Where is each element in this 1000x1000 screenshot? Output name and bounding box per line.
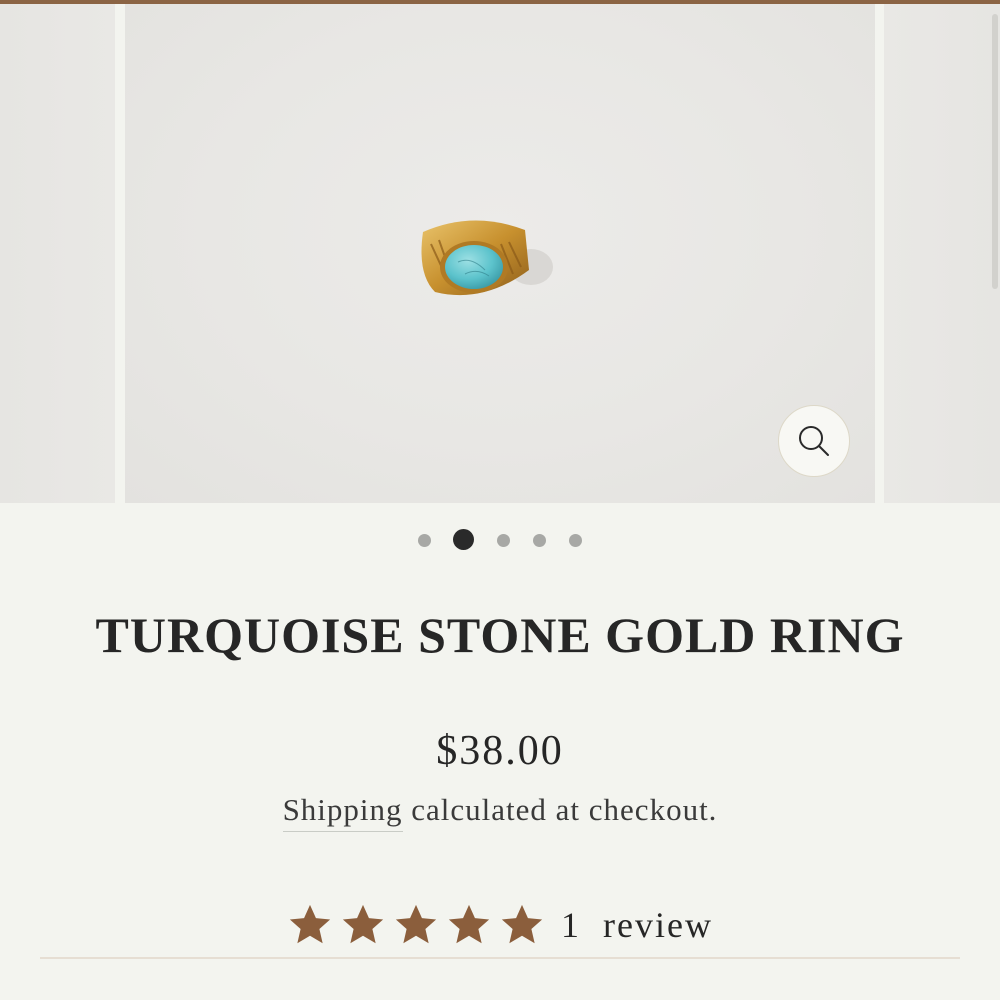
- gallery-previous-slide[interactable]: [0, 4, 115, 503]
- star-icon: [501, 904, 543, 944]
- product-page: TURQUOISE STONE GOLD RING $38.00 Shippin…: [0, 0, 1000, 1000]
- pagination-dot-3[interactable]: [497, 534, 510, 547]
- gallery-next-slide[interactable]: [884, 4, 1000, 503]
- turquoise-ring-image: [421, 220, 553, 296]
- shipping-note: Shipping calculated at checkout.: [0, 788, 1000, 832]
- page-scrollbar[interactable]: [992, 14, 998, 289]
- pagination-dot-5[interactable]: [569, 534, 582, 547]
- pagination-dot-4[interactable]: [533, 534, 546, 547]
- gallery-current-slide[interactable]: [125, 4, 875, 503]
- star-icon: [342, 904, 384, 944]
- product-price: $38.00: [436, 728, 564, 774]
- star-icon: [448, 904, 490, 944]
- shipping-note-text: calculated at checkout.: [402, 792, 718, 827]
- zoom-button[interactable]: [778, 405, 850, 477]
- product-gallery[interactable]: [0, 4, 1000, 503]
- gallery-pagination: [0, 528, 1000, 552]
- star-icon: [289, 904, 331, 944]
- review-count[interactable]: 1 review: [561, 900, 713, 950]
- pagination-dot-2[interactable]: [453, 529, 474, 550]
- magnifier-icon: [799, 426, 829, 456]
- review-summary[interactable]: 1 review: [0, 900, 1000, 950]
- star-icon: [395, 904, 437, 944]
- product-title: TURQUOISE STONE GOLD RING: [95, 607, 905, 663]
- star-rating: [287, 902, 545, 948]
- shipping-link[interactable]: Shipping: [282, 792, 403, 832]
- section-divider: [40, 957, 960, 959]
- pagination-dot-1[interactable]: [418, 534, 431, 547]
